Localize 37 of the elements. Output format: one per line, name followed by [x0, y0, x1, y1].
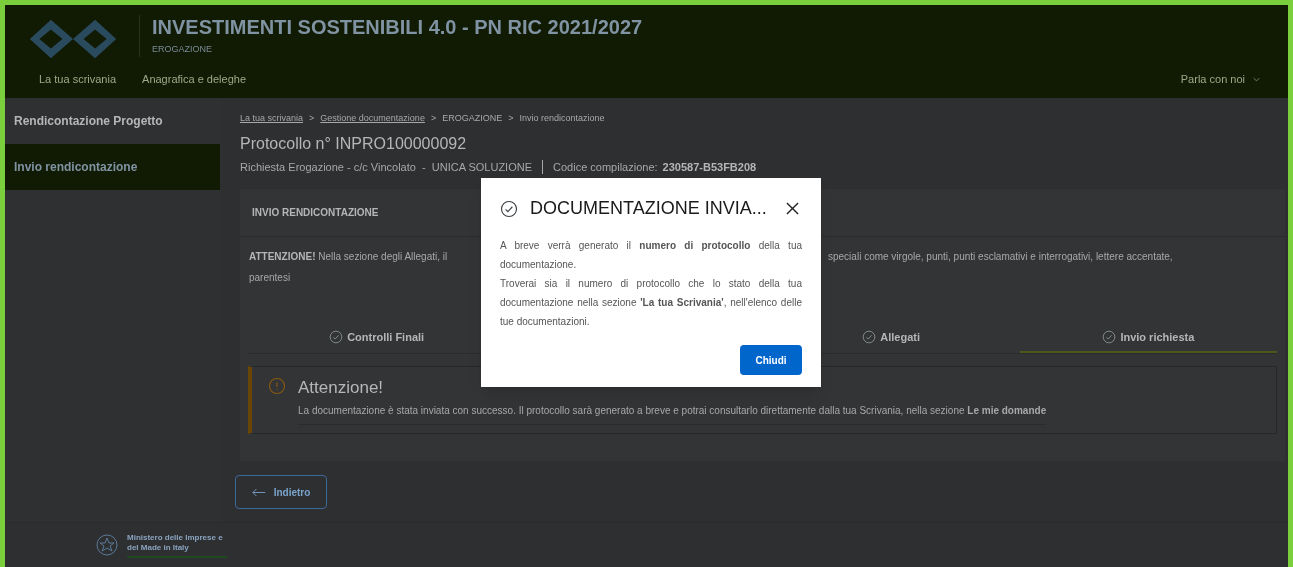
dialog-text: A breve verrà generato il numero di protocollo della tua documentazione. [500, 239, 802, 272]
check-circle-icon [1102, 330, 1117, 344]
app-title: INVESTIMENTI SOSTENIBILI 4.0 - PN RIC 2021/2027 [152, 15, 643, 39]
notice-text: ATTENZIONE! Nella sezione degli Allegati, il [249, 251, 448, 262]
dialog-title: DOCUMENTAZIONE INVIA... [530, 197, 767, 220]
close-icon [785, 202, 799, 215]
arrow-left-icon [251, 487, 266, 497]
check-circle-icon [862, 330, 877, 344]
breadcrumb-separator: > [309, 112, 315, 125]
request-type: Richiesta Erogazione - c/c Vincolato - UNICA SOLUZIONE [240, 159, 532, 175]
nav-link[interactable]: Anagrafica e deleghe [142, 71, 246, 88]
chevron-down-icon [1253, 76, 1260, 82]
contact-link[interactable]: Parla con noi [1180, 71, 1260, 88]
breadcrumb-item: EROGAZIONE [442, 112, 503, 125]
code-label: Codice compilazione: [553, 159, 658, 175]
close-dialog-button[interactable]: Chiudi [740, 345, 802, 375]
ministry-name: Ministero delle Imprese e del Made in Italy [127, 532, 227, 558]
exclamation-circle-icon [268, 377, 286, 395]
emblem-icon [95, 533, 119, 557]
breadcrumb-link[interactable]: Gestione documentazione [320, 112, 425, 126]
notice-text: speciali come virgole, punti, punti esclamativi e interrogativi, lettere accentate, [828, 250, 1173, 264]
breadcrumb-separator: > [508, 112, 514, 125]
notice-text: parentesi [249, 271, 291, 285]
back-button[interactable]: Indietro [235, 475, 327, 509]
breadcrumb-link[interactable]: La tua scrivania [240, 112, 304, 126]
check-circle-icon [329, 330, 344, 344]
step-tab[interactable]: Invio richiesta [1019, 323, 1277, 353]
alert-title: Attenzione! [298, 377, 384, 399]
breadcrumb-item: Invio rendicontazione [519, 112, 605, 125]
app-subtitle: EROGAZIONE [152, 43, 213, 56]
check-circle-icon [500, 199, 518, 218]
sidebar-item[interactable]: Invio rendicontazione [5, 144, 220, 190]
code-value: 230587-B53FB208 [662, 159, 757, 175]
alert-text: La documentazione è stata inviata con successo. Il protocollo sarà generato a breve e potrai consultarlo direttamente dalla tua Scrivania, nella sezione Le mie domande [298, 402, 1047, 425]
page-title: Protocollo n° INPRO100000092 [240, 133, 467, 154]
breadcrumb-separator: > [430, 112, 437, 125]
nav-link[interactable]: La tua scrivania [39, 71, 117, 88]
